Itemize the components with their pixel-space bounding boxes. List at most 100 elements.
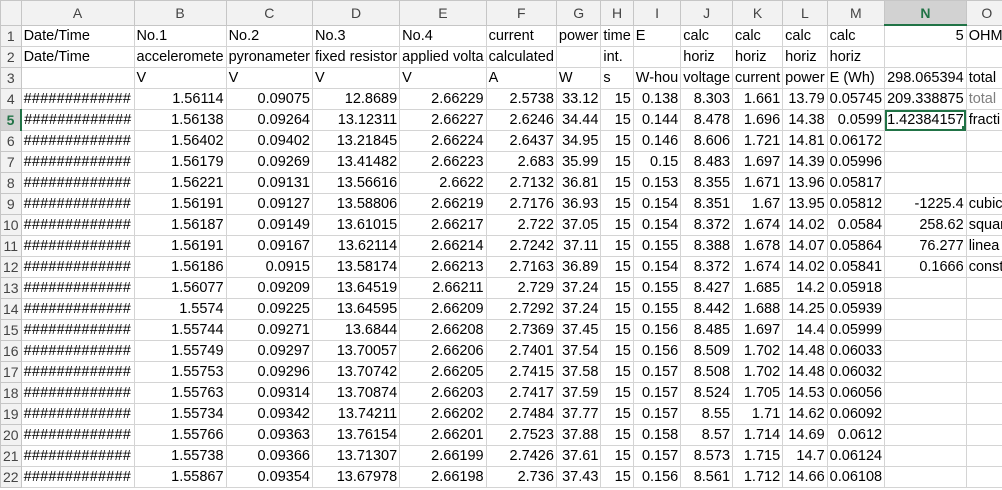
cell-e14[interactable]: 2.66209 bbox=[399, 298, 487, 320]
row-header[interactable]: 14 bbox=[0, 298, 22, 320]
cell-g13[interactable]: 37.24 bbox=[555, 277, 602, 299]
cell-m13[interactable]: 0.05918 bbox=[826, 277, 886, 299]
cell-c9[interactable]: 0.09127 bbox=[225, 193, 313, 215]
cell-n19[interactable] bbox=[884, 403, 967, 425]
cell-d14[interactable]: 13.64595 bbox=[311, 298, 401, 320]
cell-m19[interactable]: 0.06092 bbox=[826, 403, 886, 425]
cell-j22[interactable]: 8.561 bbox=[680, 466, 734, 488]
cell-o5[interactable]: fracti bbox=[965, 109, 1002, 131]
cell-i8[interactable]: 0.153 bbox=[632, 172, 682, 194]
cell-m1[interactable]: calc bbox=[826, 24, 886, 47]
column-header-i[interactable]: I bbox=[632, 0, 682, 26]
column-header-o[interactable]: O bbox=[965, 0, 1002, 26]
cell-h11[interactable]: 15 bbox=[600, 235, 634, 257]
cell-n3[interactable]: 298.065394 bbox=[884, 67, 967, 89]
cell-b13[interactable]: 1.56077 bbox=[133, 277, 227, 299]
cell-e13[interactable]: 2.66211 bbox=[399, 277, 487, 299]
cell-h14[interactable]: 15 bbox=[600, 298, 634, 320]
cell-b20[interactable]: 1.55766 bbox=[133, 424, 227, 446]
cell-a1[interactable]: Date/Time bbox=[20, 24, 135, 47]
cell-o15[interactable] bbox=[965, 319, 1002, 341]
cell-o2[interactable] bbox=[965, 46, 1002, 68]
cell-j16[interactable]: 8.509 bbox=[680, 340, 734, 362]
column-header-j[interactable]: J bbox=[680, 0, 734, 26]
cell-e5[interactable]: 2.66227 bbox=[399, 109, 487, 131]
cell-m6[interactable]: 0.06172 bbox=[826, 130, 886, 152]
cell-m5[interactable]: 0.0599 bbox=[826, 109, 886, 131]
row-header[interactable]: 2 bbox=[0, 46, 22, 68]
column-header-e[interactable]: E bbox=[399, 0, 487, 26]
cell-o6[interactable] bbox=[965, 130, 1002, 152]
cell-o8[interactable] bbox=[965, 172, 1002, 194]
cell-g11[interactable]: 37.11 bbox=[555, 235, 602, 257]
cell-j10[interactable]: 8.372 bbox=[680, 214, 734, 236]
cell-d10[interactable]: 13.61015 bbox=[311, 214, 401, 236]
cell-n8[interactable] bbox=[884, 172, 967, 194]
cell-i12[interactable]: 0.154 bbox=[632, 256, 682, 278]
cell-b18[interactable]: 1.55763 bbox=[133, 382, 227, 404]
cell-h5[interactable]: 15 bbox=[600, 109, 634, 131]
cell-b6[interactable]: 1.56402 bbox=[133, 130, 227, 152]
cell-i17[interactable]: 0.157 bbox=[632, 361, 682, 383]
cell-i19[interactable]: 0.157 bbox=[632, 403, 682, 425]
cell-k14[interactable]: 1.688 bbox=[732, 298, 784, 320]
cell-i3[interactable]: W-hou bbox=[632, 67, 682, 89]
select-all-corner[interactable] bbox=[0, 0, 22, 26]
column-header-m[interactable]: M bbox=[826, 0, 886, 26]
cell-b21[interactable]: 1.55738 bbox=[133, 445, 227, 467]
cell-a14[interactable]: ############# bbox=[20, 298, 135, 320]
cell-j4[interactable]: 8.303 bbox=[680, 88, 734, 110]
row-header[interactable]: 22 bbox=[0, 466, 22, 488]
row-header[interactable]: 21 bbox=[0, 445, 22, 467]
cell-c14[interactable]: 0.09225 bbox=[225, 298, 313, 320]
cell-e19[interactable]: 2.66202 bbox=[399, 403, 487, 425]
row-header[interactable]: 8 bbox=[0, 172, 22, 194]
cell-i15[interactable]: 0.156 bbox=[632, 319, 682, 341]
cell-h6[interactable]: 15 bbox=[600, 130, 634, 152]
cell-a2[interactable]: Date/Time bbox=[20, 46, 135, 68]
cell-l21[interactable]: 14.7 bbox=[782, 445, 828, 467]
cell-o4[interactable]: total bbox=[965, 88, 1002, 110]
cell-e8[interactable]: 2.6622 bbox=[399, 172, 487, 194]
cell-l3[interactable]: power bbox=[782, 67, 828, 89]
cell-d13[interactable]: 13.64519 bbox=[311, 277, 401, 299]
row-header[interactable]: 18 bbox=[0, 382, 22, 404]
cell-j20[interactable]: 8.57 bbox=[680, 424, 734, 446]
cell-m8[interactable]: 0.05817 bbox=[826, 172, 886, 194]
cell-n18[interactable] bbox=[884, 382, 967, 404]
cell-e3[interactable]: V bbox=[399, 67, 487, 89]
cell-d22[interactable]: 13.67978 bbox=[311, 466, 401, 488]
cell-m12[interactable]: 0.05841 bbox=[826, 256, 886, 278]
cell-o20[interactable] bbox=[965, 424, 1002, 446]
cell-b2[interactable]: acceleromete bbox=[133, 46, 227, 68]
cell-l15[interactable]: 14.4 bbox=[782, 319, 828, 341]
cell-m17[interactable]: 0.06032 bbox=[826, 361, 886, 383]
cell-a21[interactable]: ############# bbox=[20, 445, 135, 467]
cell-h4[interactable]: 15 bbox=[600, 88, 634, 110]
cell-n12[interactable]: 0.1666 bbox=[884, 256, 967, 278]
cell-a15[interactable]: ############# bbox=[20, 319, 135, 341]
cell-d5[interactable]: 13.12311 bbox=[311, 109, 401, 131]
cell-i4[interactable]: 0.138 bbox=[632, 88, 682, 110]
cell-m3[interactable]: E (Wh) bbox=[826, 67, 886, 89]
cell-h10[interactable]: 15 bbox=[600, 214, 634, 236]
cell-f10[interactable]: 2.722 bbox=[485, 214, 557, 236]
cell-f9[interactable]: 2.7176 bbox=[485, 193, 557, 215]
cell-k17[interactable]: 1.702 bbox=[732, 361, 784, 383]
cell-j1[interactable]: calc bbox=[680, 24, 734, 47]
cell-g12[interactable]: 36.89 bbox=[555, 256, 602, 278]
cell-d15[interactable]: 13.6844 bbox=[311, 319, 401, 341]
cell-l5[interactable]: 14.38 bbox=[782, 109, 828, 131]
cell-f20[interactable]: 2.7523 bbox=[485, 424, 557, 446]
column-header-d[interactable]: D bbox=[311, 0, 401, 26]
cell-e7[interactable]: 2.66223 bbox=[399, 151, 487, 173]
cell-h8[interactable]: 15 bbox=[600, 172, 634, 194]
cell-k19[interactable]: 1.71 bbox=[732, 403, 784, 425]
column-header-k[interactable]: K bbox=[732, 0, 784, 26]
cell-e16[interactable]: 2.66206 bbox=[399, 340, 487, 362]
cell-b1[interactable]: No.1 bbox=[133, 24, 227, 47]
cell-b17[interactable]: 1.55753 bbox=[133, 361, 227, 383]
cell-e17[interactable]: 2.66205 bbox=[399, 361, 487, 383]
row-header[interactable]: 6 bbox=[0, 130, 22, 152]
cell-c10[interactable]: 0.09149 bbox=[225, 214, 313, 236]
